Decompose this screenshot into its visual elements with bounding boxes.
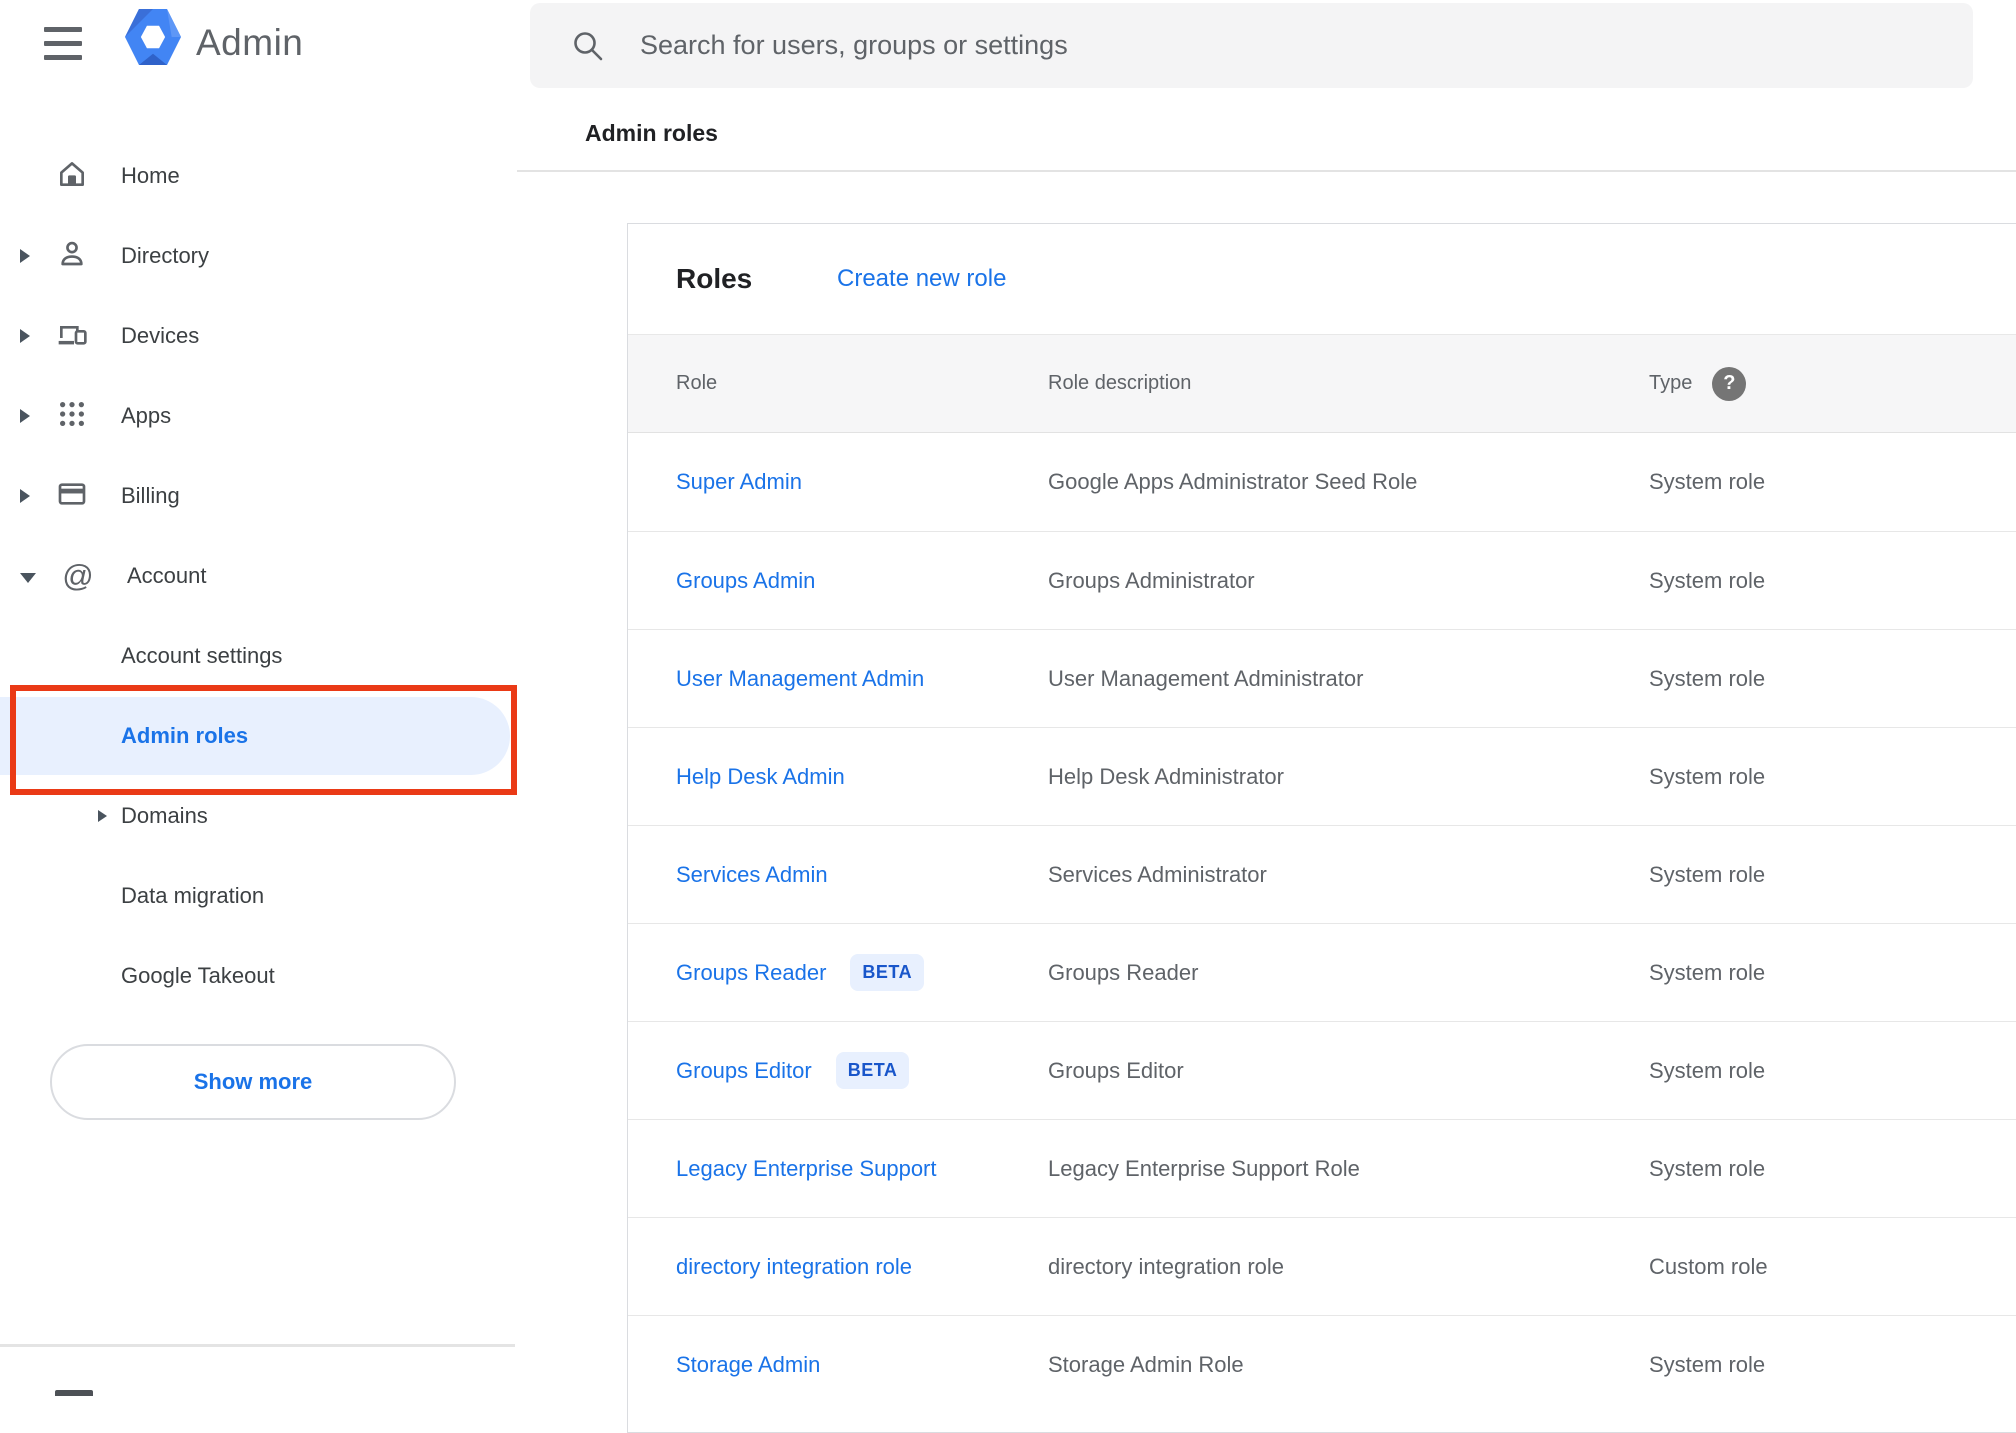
- expand-arrow-icon[interactable]: [20, 489, 30, 503]
- show-more-button[interactable]: Show more: [50, 1044, 456, 1120]
- sidebar-nav-top: Home Directory Devices Apps Billing @ Ac…: [0, 136, 515, 616]
- directory-person-icon: [56, 238, 88, 275]
- table-row-storage-admin: Storage Admin Storage Admin Role System …: [628, 1315, 2016, 1413]
- role-description: Groups Reader: [1048, 959, 1199, 985]
- role-link[interactable]: Help Desk Admin: [676, 764, 845, 790]
- roles-title: Roles: [676, 263, 753, 294]
- account-at-icon: @: [62, 558, 94, 593]
- hamburger-menu-icon[interactable]: [44, 27, 82, 60]
- role-link[interactable]: directory integration role: [676, 1254, 912, 1280]
- search-input[interactable]: [640, 30, 1890, 61]
- breadcrumb: Admin roles: [585, 120, 718, 146]
- role-description: Groups Administrator: [1048, 567, 1255, 593]
- role-type: System role: [1649, 1155, 1766, 1181]
- help-icon[interactable]: ?: [1712, 366, 1747, 401]
- roles-card-header: Roles Create new role: [628, 224, 2016, 334]
- admin-logo-icon[interactable]: [125, 7, 181, 72]
- sidebar-bottom-divider: [0, 1344, 515, 1347]
- role-type: Custom role: [1649, 1253, 1768, 1279]
- role-type: System role: [1649, 469, 1766, 494]
- role-link[interactable]: Groups Editor: [676, 1058, 812, 1084]
- column-header-role: Role: [676, 372, 718, 394]
- role-description: directory integration role: [1048, 1253, 1285, 1279]
- role-description: Storage Admin Role: [1048, 1351, 1244, 1377]
- expand-arrow-icon[interactable]: [20, 573, 36, 583]
- role-type: System role: [1649, 763, 1766, 789]
- sidebar-item-account[interactable]: @ Account: [0, 536, 515, 616]
- column-header-type: Type: [1649, 372, 1693, 394]
- role-description: Groups Editor: [1048, 1057, 1184, 1083]
- table-row-groups-editor: Groups Editor BETA Groups Editor System …: [628, 1021, 2016, 1119]
- sidebar-item-apps[interactable]: Apps: [0, 376, 515, 456]
- role-type: System role: [1649, 665, 1766, 691]
- sidebar-subitem-google-takeout[interactable]: Google Takeout: [0, 936, 515, 1016]
- sidebar-subitem-admin-roles[interactable]: Admin roles: [0, 696, 515, 776]
- table-row-user-management-admin: User Management Admin User Management Ad…: [628, 629, 2016, 727]
- sidebar-subitem-account-settings[interactable]: Account settings: [0, 616, 515, 696]
- role-description: Legacy Enterprise Support Role: [1048, 1155, 1360, 1181]
- sidebar-item-home[interactable]: Home: [0, 136, 515, 216]
- role-link[interactable]: Super Admin: [676, 469, 802, 495]
- sidebar-subitem-data-migration[interactable]: Data migration: [0, 856, 515, 936]
- devices-icon: [55, 318, 89, 355]
- role-description: User Management Administrator: [1048, 665, 1364, 691]
- role-type: System role: [1649, 567, 1766, 593]
- expand-arrow-icon[interactable]: [20, 249, 30, 263]
- role-description: Help Desk Administrator: [1048, 763, 1284, 789]
- role-type: System role: [1649, 1351, 1766, 1377]
- create-new-role-link[interactable]: Create new role: [837, 265, 1006, 293]
- column-header-role-description: Role description: [1048, 372, 1192, 394]
- beta-badge: BETA: [835, 1052, 910, 1089]
- beta-badge: BETA: [850, 954, 925, 991]
- sidebar-item-billing[interactable]: Billing: [0, 456, 515, 536]
- sidebar-nav-children: Account settings Admin roles Domains Dat…: [0, 616, 515, 1016]
- roles-card: Roles Create new role Role Role descript…: [627, 223, 2016, 1433]
- table-row-groups-reader: Groups Reader BETA Groups Reader System …: [628, 923, 2016, 1021]
- role-link[interactable]: Services Admin: [676, 862, 828, 888]
- expand-arrow-icon[interactable]: [20, 329, 30, 343]
- search-bar[interactable]: [530, 3, 1973, 88]
- content-divider: [517, 170, 2016, 172]
- table-row-groups-admin: Groups Admin Groups Administrator System…: [628, 531, 2016, 629]
- sidebar-subitem-domains[interactable]: Domains: [0, 776, 515, 856]
- role-description: Services Administrator: [1048, 861, 1267, 887]
- role-link[interactable]: User Management Admin: [676, 666, 924, 692]
- expand-arrow-icon[interactable]: [20, 409, 30, 423]
- home-icon: [56, 158, 88, 195]
- table-row-services-admin: Services Admin Services Administrator Sy…: [628, 825, 2016, 923]
- role-link[interactable]: Groups Admin: [676, 568, 815, 594]
- table-row-help-desk-admin: Help Desk Admin Help Desk Administrator …: [628, 727, 2016, 825]
- role-link[interactable]: Storage Admin: [676, 1352, 820, 1378]
- table-row-directory-integration-role: directory integration role directory int…: [628, 1217, 2016, 1315]
- role-link[interactable]: Groups Reader: [676, 960, 826, 986]
- apps-grid-icon: [57, 399, 87, 434]
- sidebar-item-devices[interactable]: Devices: [0, 296, 515, 376]
- roles-table-body: Super Admin Google Apps Administrator Se…: [628, 433, 2016, 1413]
- sidebar-item-directory[interactable]: Directory: [0, 216, 515, 296]
- role-type: System role: [1649, 1057, 1766, 1083]
- role-type: System role: [1649, 959, 1766, 985]
- search-icon: [570, 28, 606, 64]
- table-row-super-admin: Super Admin Google Apps Administrator Se…: [628, 433, 2016, 531]
- sidebar-nav: Home Directory Devices Apps Billing @ Ac…: [0, 136, 515, 1016]
- role-type: System role: [1649, 861, 1766, 887]
- table-row-legacy-enterprise-support: Legacy Enterprise Support Legacy Enterpr…: [628, 1119, 2016, 1217]
- billing-card-icon: [56, 478, 88, 515]
- table-header-row: Role Role description Type ?: [628, 334, 2016, 433]
- role-description: Google Apps Administrator Seed Role: [1048, 469, 1418, 494]
- sidebar: Admin Home Directory Devices Apps Billin…: [0, 0, 515, 1396]
- expand-arrow-icon[interactable]: [98, 810, 107, 822]
- app-title: Admin: [196, 22, 304, 63]
- partial-bottom-icon: [55, 1390, 93, 1396]
- role-link[interactable]: Legacy Enterprise Support: [676, 1156, 937, 1182]
